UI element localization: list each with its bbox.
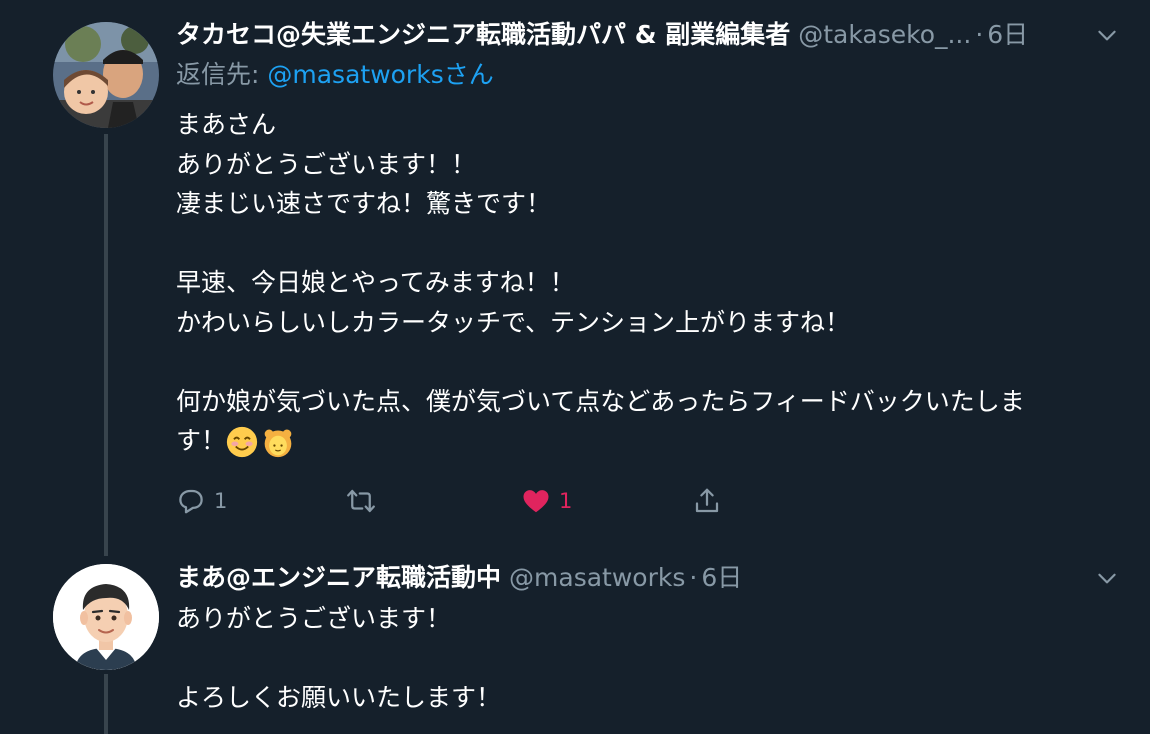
tweet-line: ありがとうございます！！ — [176, 149, 477, 179]
tweet-line — [176, 639, 1106, 679]
mention-suffix[interactable]: さん — [444, 60, 494, 89]
tweet-line: まあさん — [176, 110, 277, 139]
girl-emoji-icon — [264, 429, 292, 458]
chevron-down-icon[interactable] — [1094, 565, 1120, 591]
tweet-line-last: す！ — [176, 421, 1106, 461]
like-button[interactable]: 1 — [521, 480, 572, 522]
tweet-line: ありがとうございます！ — [176, 604, 452, 633]
avatar-takaseko[interactable] — [53, 22, 159, 128]
timestamp[interactable]: 6日 — [701, 561, 742, 595]
reply-icon — [179, 489, 203, 514]
tweet-line: かわいらしいしカラータッチで、テンション上がりますね！ — [176, 307, 851, 337]
like-count: 1 — [559, 489, 573, 513]
separator-dot: · — [975, 20, 984, 49]
tweet-line-text: す！ — [176, 426, 227, 455]
tweet-line: よろしくお願いいたします！ — [176, 683, 502, 712]
tweet[interactable]: まあ@エンジニア転職活動中 @masatworks · 6日 ありがとうございま… — [0, 556, 1150, 734]
avatar-masatworks[interactable] — [53, 564, 159, 670]
heart-icon — [523, 490, 549, 513]
tweet-line: 何か娘が気づいた点、僕が気づいて点などあったらフィードバックいたしま — [176, 386, 1025, 416]
smiling-face-emoji-icon — [226, 426, 258, 458]
display-name[interactable]: まあ@エンジニア転職活動中 — [176, 561, 501, 595]
retweet-icon — [347, 489, 375, 513]
replying-to: 返信先: @masatworksさん — [176, 58, 494, 92]
tweet[interactable]: タカセコ@失業エンジニア転職活動パパ & 副業編集者 @takaseko_...… — [0, 0, 1150, 556]
display-name[interactable]: タカセコ@失業エンジニア転職活動パパ & 副業編集者 — [176, 18, 790, 52]
mention-handle[interactable]: @masatworks — [267, 60, 443, 89]
reply-count: 1 — [214, 489, 228, 513]
tweet-text: まあさん ありがとうございます！！ 凄まじい速さですね！驚きです！ 早速、今日娘… — [176, 105, 1106, 461]
retweet-button[interactable] — [346, 480, 384, 522]
user-handle[interactable]: @takaseko_... — [798, 18, 971, 52]
tweet-header: タカセコ@失業エンジニア転職活動パパ & 副業編集者 @takaseko_...… — [176, 18, 1120, 52]
thread-line — [104, 674, 108, 734]
timestamp[interactable]: 6日 — [987, 18, 1028, 52]
tweet-line: 凄まじい速さですね！驚きです！ — [176, 189, 552, 218]
share-button[interactable] — [692, 480, 722, 522]
replying-to-label: 返信先: — [176, 60, 268, 89]
tweet-line — [176, 224, 1106, 264]
thread-line — [104, 134, 108, 556]
reply-button[interactable]: 1 — [176, 480, 227, 522]
tweet-line — [176, 342, 1106, 382]
mention-link[interactable]: @masatworksさん — [267, 60, 493, 89]
share-icon — [695, 488, 719, 513]
tweet-line: 早速、今日娘とやってみますね！！ — [176, 268, 575, 297]
tweet-header: まあ@エンジニア転職活動中 @masatworks · 6日 — [176, 561, 1120, 595]
user-handle[interactable]: @masatworks — [509, 561, 685, 595]
chevron-down-icon[interactable] — [1094, 22, 1120, 48]
tweet-text: ありがとうございます！ よろしくお願いいたします！ — [176, 599, 1106, 718]
separator-dot: · — [689, 563, 698, 592]
